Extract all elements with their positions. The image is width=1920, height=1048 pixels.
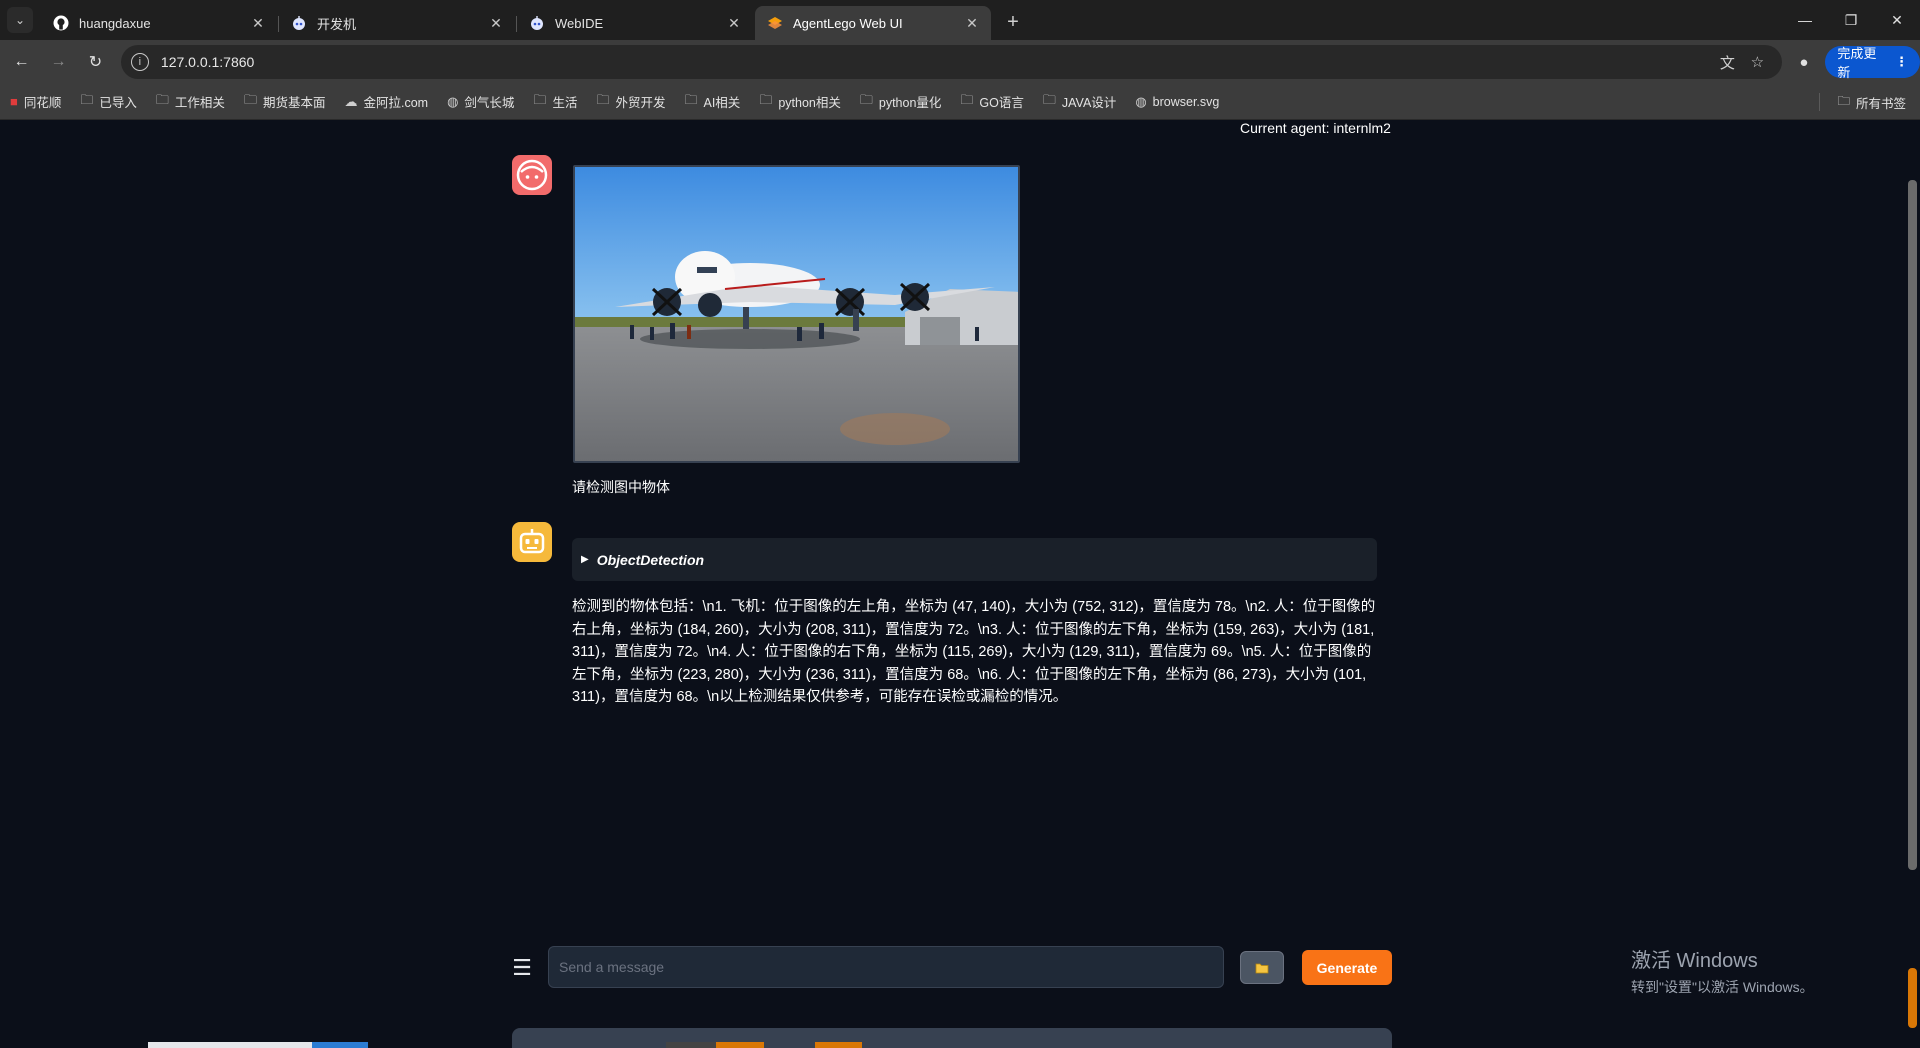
globe-icon: ◍ <box>1135 93 1147 109</box>
airplane-photo <box>575 167 1018 461</box>
bookmark-jinala[interactable]: ☁ 金阿拉.com <box>344 92 428 111</box>
tab-webide[interactable]: WebIDE ✕ <box>517 6 753 40</box>
tool-call-accordion[interactable]: ▶ ObjectDetection <box>572 538 1377 581</box>
bookmark-jianqi[interactable]: ◍ 剑气长城 <box>447 92 514 111</box>
tab-search-button[interactable]: ⌄ <box>7 7 33 33</box>
tab-title: AgentLego Web UI <box>793 15 903 31</box>
upload-button[interactable] <box>1240 951 1284 984</box>
bookmark-tonghuashun[interactable]: ■ 同花顺 <box>10 92 61 111</box>
menu-icon[interactable]: ☰ <box>510 954 534 982</box>
profile-icon[interactable]: ● <box>1788 46 1819 78</box>
bookmark-java[interactable]: 🗀 JAVA设计 <box>1043 91 1116 113</box>
bookmark-browser-svg[interactable]: ◍ browser.svg <box>1135 94 1219 110</box>
site-info-icon[interactable]: i <box>130 53 149 71</box>
browser-toolbar: ← → ↻ i 127.0.0.1:7860 ⽂ ☆ ● 完成更新 ⋮ <box>0 40 1920 84</box>
all-bookmarks[interactable]: 🗀 所有书签 <box>1837 84 1906 120</box>
new-tab-button[interactable]: + <box>999 8 1027 36</box>
generate-button[interactable]: Generate <box>1302 950 1392 985</box>
globe-icon: ◍ <box>447 93 459 109</box>
forward-button[interactable]: → <box>43 46 74 78</box>
browser-tab-bar: ⌄ huangdaxue ✕ 开发机 ✕ WebIDE ✕ AgentLego … <box>0 0 1920 40</box>
tab-huangdaxue[interactable]: huangdaxue ✕ <box>41 6 279 40</box>
more-icon: ⋮ <box>1895 54 1908 69</box>
tab-title: huangdaxue <box>79 15 151 31</box>
bookmark-work[interactable]: 🗀 工作相关 <box>156 91 225 113</box>
bookmark-imported[interactable]: 🗀 已导入 <box>80 91 137 113</box>
chat-input-row: ☰ Generate <box>510 946 1392 990</box>
page-scrollbar[interactable] <box>1904 120 1920 1048</box>
tab-title: WebIDE <box>555 15 604 31</box>
github-icon <box>53 15 69 31</box>
tab-agentlego[interactable]: AgentLego Web UI ✕ <box>755 6 991 40</box>
bookmark-futures[interactable]: 🗀 期货基本面 <box>244 91 326 113</box>
uploaded-airplane-image[interactable] <box>573 165 1020 463</box>
bookmark-python[interactable]: 🗀 python相关 <box>759 91 841 113</box>
folder-icon: 🗀 <box>1042 91 1056 107</box>
address-bar[interactable]: i 127.0.0.1:7860 ⽂ ☆ <box>120 45 1783 79</box>
taskbar-strip <box>0 1042 1904 1048</box>
folder-icon: 🗀 <box>859 91 873 107</box>
folder-icon: 🗀 <box>243 91 257 107</box>
cloud-icon: ☁ <box>344 93 358 109</box>
close-icon[interactable]: ✕ <box>249 14 267 32</box>
bookmark-life[interactable]: 🗀 生活 <box>533 91 577 113</box>
chat-page: Current agent: internlm2 请检测图中物体 ▶ Objec… <box>0 120 1904 1048</box>
folder-icon: 🗀 <box>960 91 974 107</box>
scrollbar-thumb[interactable] <box>1908 180 1917 870</box>
star-icon[interactable]: ☆ <box>1742 53 1772 71</box>
folder-icon: 🗀 <box>759 91 773 107</box>
tab-kaifaji[interactable]: 开发机 ✕ <box>279 6 517 40</box>
close-window-icon[interactable]: ✕ <box>1874 0 1920 40</box>
tonghuashun-icon: ■ <box>10 94 18 109</box>
folder-icon: 🗀 <box>684 91 698 107</box>
restore-icon[interactable]: ❐ <box>1828 0 1874 40</box>
reload-button[interactable]: ↻ <box>80 46 111 78</box>
folder-icon: 🗀 <box>596 91 610 107</box>
user-message-text: 请检测图中物体 <box>572 479 670 495</box>
bot-result-text: 检测到的物体包括：\n1. 飞机：位于图像的左上角，坐标为 (47, 140)，… <box>572 599 1376 705</box>
robot-icon <box>529 15 545 31</box>
gradio-icon <box>767 15 783 31</box>
folder-icon: 🗀 <box>155 91 169 107</box>
message-input[interactable] <box>548 946 1224 988</box>
windows-activation-watermark: 激活 Windows 转到"设置"以激活 Windows。 <box>1631 950 1814 995</box>
folder-icon: 🗀 <box>1837 93 1850 108</box>
folder-icon <box>1255 963 1269 973</box>
bot-avatar <box>512 522 552 562</box>
user-avatar <box>512 155 552 195</box>
bookmark-ai[interactable]: 🗀 AI相关 <box>684 91 740 113</box>
tab-title: 开发机 <box>317 16 357 32</box>
close-icon[interactable]: ✕ <box>963 14 981 32</box>
scroll-marker <box>1908 968 1917 1028</box>
user-face-icon <box>516 159 548 191</box>
bookmarks-bar: ■ 同花顺 🗀 已导入 🗀 工作相关 🗀 期货基本面 ☁ 金阿拉.com ◍ 剑气长城 🗀 生… <box>0 84 1920 120</box>
update-button[interactable]: 完成更新 ⋮ <box>1825 46 1920 80</box>
close-icon[interactable]: ✕ <box>487 14 505 32</box>
robot-icon <box>519 529 545 554</box>
bookmark-python-quant[interactable]: 🗀 python量化 <box>860 91 942 113</box>
url-text[interactable]: 127.0.0.1:7860 <box>161 54 1712 70</box>
robot-icon <box>291 15 307 31</box>
divider <box>1819 93 1820 111</box>
minimize-icon[interactable]: — <box>1782 0 1828 40</box>
close-icon[interactable]: ✕ <box>725 14 743 32</box>
back-button[interactable]: ← <box>6 46 37 78</box>
tool-name: ObjectDetection <box>596 551 705 568</box>
expand-triangle-icon: ▶ <box>581 554 589 565</box>
update-label: 完成更新 <box>1837 46 1877 80</box>
bookmark-trade[interactable]: 🗀 外贸开发 <box>596 91 665 113</box>
translate-icon[interactable]: ⽂ <box>1712 52 1742 73</box>
folder-icon: 🗀 <box>80 91 94 107</box>
folder-icon: 🗀 <box>533 91 547 107</box>
current-agent-label: Current agent: internlm2 <box>1240 120 1391 136</box>
bookmark-go[interactable]: 🗀 GO语言 <box>960 91 1023 113</box>
window-controls: — ❐ ✕ <box>1782 0 1920 40</box>
